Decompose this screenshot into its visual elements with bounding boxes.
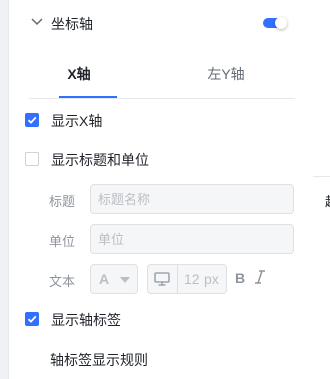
show-title-unit-checkbox[interactable] [25, 152, 39, 166]
caret-down-icon [120, 277, 130, 283]
text-color-select[interactable]: A [90, 264, 138, 294]
unit-input[interactable] [90, 224, 294, 254]
adjacent-panel: 起 [313, 0, 330, 379]
show-tick-labels-checkbox[interactable] [25, 312, 39, 326]
italic-icon[interactable] [254, 270, 266, 284]
bold-button[interactable]: B [235, 270, 245, 286]
unit-field-label: 单位 [49, 234, 76, 249]
show-tick-labels-label: 显示轴标签 [51, 312, 121, 328]
axis-tabs: X轴 左Y轴 [29, 52, 295, 99]
active-tab-indicator [59, 96, 117, 98]
axis-section-header[interactable]: 坐标轴 [9, 0, 313, 46]
font-size-input[interactable]: 12 px [147, 264, 227, 294]
axis-settings-panel: 坐标轴 X轴 左Y轴 显示X轴 显示标题和单位 标题 单位 文本 A [8, 0, 314, 379]
tab-left-y-axis[interactable]: 左Y轴 [186, 52, 266, 98]
size-divider [177, 265, 178, 293]
text-style-label: 文本 [49, 274, 76, 289]
check-icon [27, 315, 37, 323]
tab-x-axis[interactable]: X轴 [39, 52, 119, 98]
font-size-value: 12 [184, 271, 200, 287]
adjacent-divider [313, 176, 330, 177]
title-input[interactable] [90, 184, 294, 214]
show-axis-label: 显示X轴 [51, 113, 103, 129]
toggle-knob [275, 17, 287, 29]
show-title-unit-label: 显示标题和单位 [51, 152, 149, 168]
axis-enable-toggle[interactable] [263, 17, 287, 29]
monitor-icon [154, 272, 170, 286]
tick-label-rule-heading: 轴标签显示规则 [50, 352, 148, 368]
title-field-label: 标题 [49, 194, 76, 209]
font-color-icon: A [99, 271, 110, 287]
section-title: 坐标轴 [51, 16, 93, 32]
show-axis-checkbox[interactable] [25, 113, 39, 127]
chevron-down-icon[interactable] [31, 18, 43, 26]
adjacent-panel-text: 起 [325, 191, 330, 210]
font-size-unit: px [204, 271, 219, 287]
check-icon [27, 116, 37, 124]
